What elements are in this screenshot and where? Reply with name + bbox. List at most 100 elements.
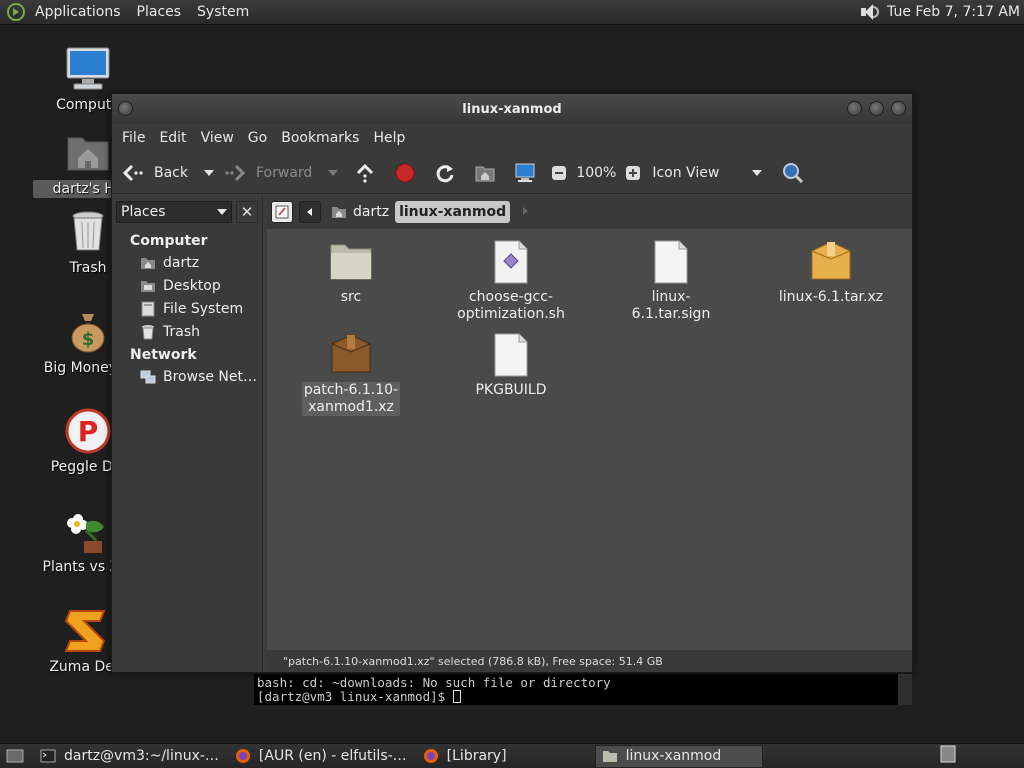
maximize-button[interactable] xyxy=(869,101,884,116)
applications-menu[interactable]: Applications xyxy=(27,4,129,20)
toggle-location-entry-button[interactable] xyxy=(271,201,293,223)
home-folder-icon xyxy=(474,162,496,184)
chevron-right-icon xyxy=(523,206,529,215)
search-button[interactable] xyxy=(782,162,804,184)
search-icon xyxy=(782,162,804,184)
zoom-out-button[interactable] xyxy=(548,162,570,184)
sidebar-item-file-system[interactable]: File System xyxy=(112,297,262,320)
window-menu-icon[interactable] xyxy=(118,101,133,116)
taskbar-item-firefox-aur[interactable]: [AUR (en) - elfutils-… xyxy=(229,745,413,768)
sidebar-section-computer: Computer xyxy=(130,233,208,249)
sidebar-item-trash[interactable]: Trash xyxy=(112,320,262,343)
file-item-patch-xanmod[interactable]: patch-6.1.10- xanmod1.xz xyxy=(291,332,411,416)
taskbar-item-library[interactable]: [Library] xyxy=(417,745,513,768)
breadcrumb-scroll-left[interactable] xyxy=(299,201,321,223)
chevron-down-icon xyxy=(752,169,763,176)
sidebar-item-label: dartz xyxy=(163,254,200,271)
places-menu[interactable]: Places xyxy=(129,4,190,20)
taskbar-item-file-manager[interactable]: linux-xanmod xyxy=(594,744,763,768)
close-button[interactable] xyxy=(891,101,906,116)
file-item-pkgbuild[interactable]: PKGBUILD xyxy=(451,332,571,399)
terminal-prompt: [dartz@vm3 linux-xanmod]$ xyxy=(257,689,453,704)
file-item-choose-gcc-optimization[interactable]: choose-gcc- optimization.sh xyxy=(451,239,571,323)
stop-button[interactable] xyxy=(394,162,416,184)
sidebar: Places ✕ Computer dartz Desktop File Sys… xyxy=(112,195,263,672)
icon-view[interactable]: src choose-gcc- optimization.sh linux-6.… xyxy=(267,229,912,650)
taskbar-item-label: [Library] xyxy=(446,748,507,764)
terminal-line: bash: cd: ~downloads: No such file or di… xyxy=(257,675,611,690)
taskbar-item-label: dartz@vm3:~/linux-… xyxy=(64,748,219,764)
taskbar-item-label: [AUR (en) - elfutils-… xyxy=(258,748,407,764)
distro-logo-icon[interactable] xyxy=(7,3,25,21)
menu-go[interactable]: Go xyxy=(241,130,274,146)
forward-history-dropdown[interactable] xyxy=(328,169,339,176)
window-title: linux-xanmod xyxy=(462,101,562,117)
breadcrumb-scroll-right[interactable] xyxy=(520,205,530,220)
file-item-linux-tar-sign[interactable]: linux-6.1.tar.sign xyxy=(611,239,731,323)
file-item-src[interactable]: src xyxy=(291,239,411,306)
zoom-level[interactable]: 100% xyxy=(576,165,616,181)
computer-button[interactable] xyxy=(514,162,536,184)
top-panel: Applications Places System Tue Feb 7, 7:… xyxy=(0,0,1024,25)
back-label: Back xyxy=(154,164,188,181)
sidebar-type-select[interactable]: Places xyxy=(116,201,232,223)
back-history-dropdown[interactable] xyxy=(204,169,214,176)
chevron-down-icon xyxy=(217,209,227,215)
zuma-icon xyxy=(64,607,112,655)
breadcrumb-label: dartz xyxy=(353,204,390,220)
flower-icon xyxy=(64,507,112,555)
top-panel-tray: Tue Feb 7, 7:17 AM xyxy=(859,3,1024,21)
volume-icon[interactable] xyxy=(859,3,880,21)
minimize-button[interactable] xyxy=(847,101,862,116)
trash-icon xyxy=(140,324,156,340)
desktop-folder-icon xyxy=(140,278,156,294)
menu-edit[interactable]: Edit xyxy=(152,130,193,146)
sidebar-close-button[interactable]: ✕ xyxy=(236,201,258,223)
back-arrow-icon xyxy=(122,162,144,184)
sidebar-item-browse-network[interactable]: Browse Net… xyxy=(112,365,262,388)
forward-button[interactable]: Forward xyxy=(224,162,312,184)
folder-icon xyxy=(602,748,618,764)
menu-file[interactable]: File xyxy=(115,130,152,146)
sidebar-item-desktop[interactable]: Desktop xyxy=(112,274,262,297)
drive-icon xyxy=(140,301,156,317)
breadcrumb-linux-xanmod[interactable]: linux-xanmod xyxy=(395,201,511,223)
file-item-linux-tar-xz[interactable]: linux-6.1.tar.xz xyxy=(771,239,891,306)
terminal-output[interactable]: bash: cd: ~downloads: No such file or di… xyxy=(254,674,912,705)
menu-bookmarks[interactable]: Bookmarks xyxy=(274,130,366,146)
chevron-left-icon xyxy=(307,208,312,216)
status-bar: "patch-6.1.10-xanmod1.xz" selected (786.… xyxy=(267,650,912,672)
home-folder-icon xyxy=(332,207,346,218)
system-menu[interactable]: System xyxy=(189,4,257,20)
breadcrumb-dartz[interactable]: dartz xyxy=(327,201,393,223)
firefox-icon xyxy=(423,748,439,764)
back-button[interactable]: Back xyxy=(122,162,188,184)
sidebar-item-label: Browse Net… xyxy=(163,368,258,385)
file-name: patch-6.1.10- xanmod1.xz xyxy=(301,382,401,416)
up-button[interactable] xyxy=(354,162,376,184)
sidebar-type-value: Places xyxy=(121,204,166,220)
peggle-icon: P xyxy=(64,407,112,455)
terminal-prompt-line: [dartz@vm3 linux-xanmod]$ xyxy=(257,690,909,704)
zoom-in-button[interactable] xyxy=(622,162,644,184)
sidebar-item-label: Desktop xyxy=(163,277,221,294)
window-titlebar[interactable]: linux-xanmod xyxy=(112,94,912,124)
workspace-switcher[interactable] xyxy=(940,745,956,767)
network-icon xyxy=(140,369,156,385)
reload-button[interactable] xyxy=(434,162,456,184)
home-button[interactable] xyxy=(474,162,496,184)
trash-icon xyxy=(64,208,112,256)
clock[interactable]: Tue Feb 7, 7:17 AM xyxy=(887,4,1020,20)
sidebar-item-dartz[interactable]: dartz xyxy=(112,251,262,274)
menubar: File Edit View Go Bookmarks Help xyxy=(112,124,912,152)
taskbar-item-terminal[interactable]: dartz@vm3:~/linux-… xyxy=(34,745,225,768)
menu-help[interactable]: Help xyxy=(366,130,412,146)
forward-arrow-icon xyxy=(224,162,246,184)
location-bar: dartz linux-xanmod xyxy=(267,195,912,229)
svg-text:P: P xyxy=(78,415,99,448)
view-mode-select[interactable]: Icon View xyxy=(652,165,763,181)
show-desktop-button[interactable] xyxy=(0,745,30,768)
terminal-icon xyxy=(40,748,56,764)
terminal-scrollbar[interactable] xyxy=(898,674,912,705)
menu-view[interactable]: View xyxy=(194,130,241,146)
